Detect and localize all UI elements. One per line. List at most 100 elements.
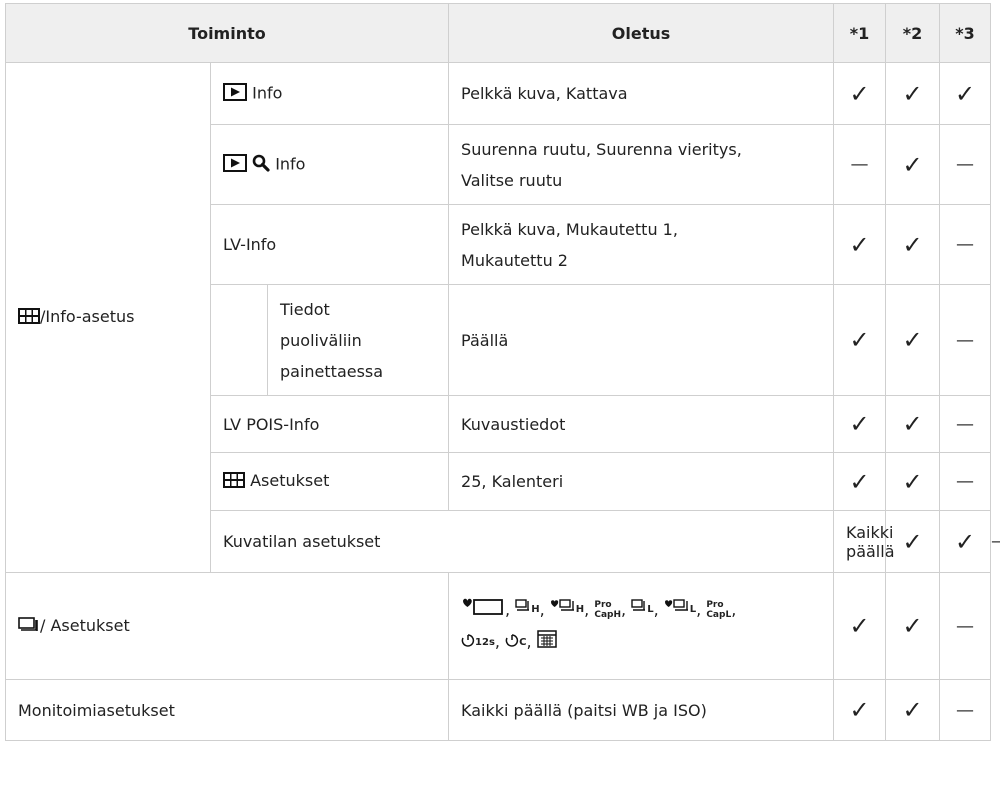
lv-info-default: Pelkkä kuva, Mukautettu 1, Mukautettu 2 <box>448 204 835 285</box>
multifunction-label: Monitoimiasetukset <box>4 679 450 741</box>
twelve-seconds-label: 12s <box>475 636 495 648</box>
separator: , <box>621 599 627 619</box>
check-mark: ✓ <box>885 284 941 396</box>
magnifier-icon <box>252 154 270 176</box>
dash-mark: — <box>939 452 992 511</box>
zoom-info-label: Info <box>275 154 306 173</box>
header-col2: *2 <box>885 3 941 63</box>
header-col1: *1 <box>833 3 887 63</box>
lv-info-default-line1: Pelkkä kuva, Mukautettu 1, <box>461 219 678 239</box>
table-row: Monitoimiasetukset Kaikki päällä (paitsi… <box>4 679 992 741</box>
table-row: /Info-asetus Info Pelkkä kuva, Kattava ✓… <box>5 62 992 573</box>
separator: , <box>584 599 590 619</box>
check-mark: ✓ <box>885 395 941 453</box>
sequential-shooting-icon <box>18 616 40 636</box>
check-mark: ✓ <box>885 204 941 285</box>
dash-mark: — <box>939 572 992 680</box>
dash-mark: — <box>939 124 992 205</box>
header-row: Toiminto Oletus *1 *2 *3 <box>4 3 992 63</box>
drive-timer-label: / Asetukset <box>40 615 130 635</box>
check-mark: ✓ <box>833 452 887 511</box>
single-frame-icon <box>461 594 505 626</box>
pro-label: Pro <box>594 600 612 610</box>
index-settings-label: Asetukset <box>250 471 330 491</box>
playback-icon <box>223 153 247 176</box>
anti-shock-sequential-low-icon <box>664 594 690 626</box>
high-label: H <box>531 604 540 615</box>
check-mark: ✓ <box>885 124 941 205</box>
dash-mark: — <box>939 679 992 741</box>
header-col3: *3 <box>939 3 992 63</box>
self-timer-custom-icon <box>505 627 519 659</box>
dash-mark: — <box>939 284 992 396</box>
drive-timer-cell: / Asetukset <box>4 572 450 680</box>
half-press-default: Päällä <box>448 284 835 396</box>
high-label: H <box>575 604 585 615</box>
check-mark: ✓ <box>885 572 941 680</box>
play-info-default: Pelkkä kuva, Kattava <box>448 62 835 125</box>
multifunction-default: Kaikki päällä (paitsi WB ja ISO) <box>448 679 835 741</box>
separator: , <box>494 632 500 651</box>
separator: , <box>526 632 532 651</box>
check-mark: ✓ <box>885 679 941 741</box>
high-label: H <box>613 610 622 620</box>
pro-capture-high: Pro CapH <box>594 600 621 620</box>
row-zoom-info: Info <box>209 124 450 205</box>
group-info-setting-label: /Info-asetus <box>40 307 135 327</box>
separator: , <box>731 599 737 619</box>
lv-info-label: LV-Info <box>209 204 450 285</box>
index-grid-icon <box>18 307 40 328</box>
zoom-info-default-line2: Valitse ruutu <box>461 170 563 190</box>
check-mark: ✓ <box>833 62 887 125</box>
self-timer-12s-icon <box>461 627 475 659</box>
check-mark: ✓ <box>833 395 887 453</box>
settings-table: Toiminto Oletus *1 *2 *3 /Info-asetus In… <box>4 3 1000 741</box>
table-row: / Asetukset , H, H, Pro CapH, L, L, Pro Ca… <box>4 572 992 680</box>
zoom-info-default-line1: Suurenna ruutu, Suurenna vieritys, <box>461 139 742 159</box>
playback-icon <box>223 82 247 105</box>
check-mark: ✓ <box>833 204 887 285</box>
lv-off-label: LV POIS-Info <box>209 395 450 453</box>
anti-shock-sequential-high-icon <box>550 594 576 626</box>
index-grid-icon <box>223 471 245 492</box>
check-mark: ✓ <box>833 572 887 680</box>
check-mark: ✓ <box>833 284 887 396</box>
check-mark: ✓ <box>939 510 992 573</box>
zoom-info-default: Suurenna ruutu, Suurenna vieritys, Valit… <box>448 124 835 205</box>
shooting-mode-default: Kaikki päällä <box>833 510 895 573</box>
cap-label: Cap <box>706 610 726 620</box>
dash-mark: — <box>939 204 992 285</box>
lv-off-default: Kuvaustiedot <box>448 395 835 453</box>
shooting-mode-label: Kuvatilan asetukset <box>209 510 835 573</box>
half-press-label: Tiedot puoliväliin painettaessa <box>266 284 450 396</box>
half-press-label-line3: painettaessa <box>280 361 384 381</box>
index-settings-default: 25, Kalenteri <box>448 452 835 511</box>
sequential-low-icon <box>631 594 647 626</box>
separator: , <box>696 599 702 619</box>
check-mark: ✓ <box>885 452 941 511</box>
row-play-info: Info <box>209 62 450 125</box>
separator: , <box>653 599 659 619</box>
cap-label: Cap <box>594 610 614 620</box>
half-press-label-line1: Tiedot <box>280 299 330 319</box>
header-default: Oletus <box>448 3 835 63</box>
drive-timer-default: , H, H, Pro CapH, L, L, Pro CapL, 12s, C, <box>448 572 835 680</box>
interval-shooting-icon <box>536 627 557 659</box>
header-function: Toiminto <box>4 3 450 63</box>
play-info-label: Info <box>252 83 283 102</box>
lv-info-default-line2: Mukautettu 2 <box>461 250 568 270</box>
check-mark: ✓ <box>885 62 941 125</box>
check-mark: ✓ <box>939 62 992 125</box>
pro-capture-low: Pro CapL <box>706 600 731 620</box>
check-mark: ✓ <box>833 679 887 741</box>
dash-mark: — <box>939 395 992 453</box>
pro-label: Pro <box>706 600 724 610</box>
separator: , <box>539 599 545 619</box>
separator: , <box>505 599 511 619</box>
indent-cell <box>210 284 268 396</box>
sequential-high-icon <box>515 594 531 626</box>
row-index-settings: Asetukset <box>209 452 450 511</box>
group-info-setting: /Info-asetus <box>5 62 211 573</box>
dash-mark: — <box>833 124 887 205</box>
half-press-label-line2: puoliväliin <box>280 330 362 350</box>
